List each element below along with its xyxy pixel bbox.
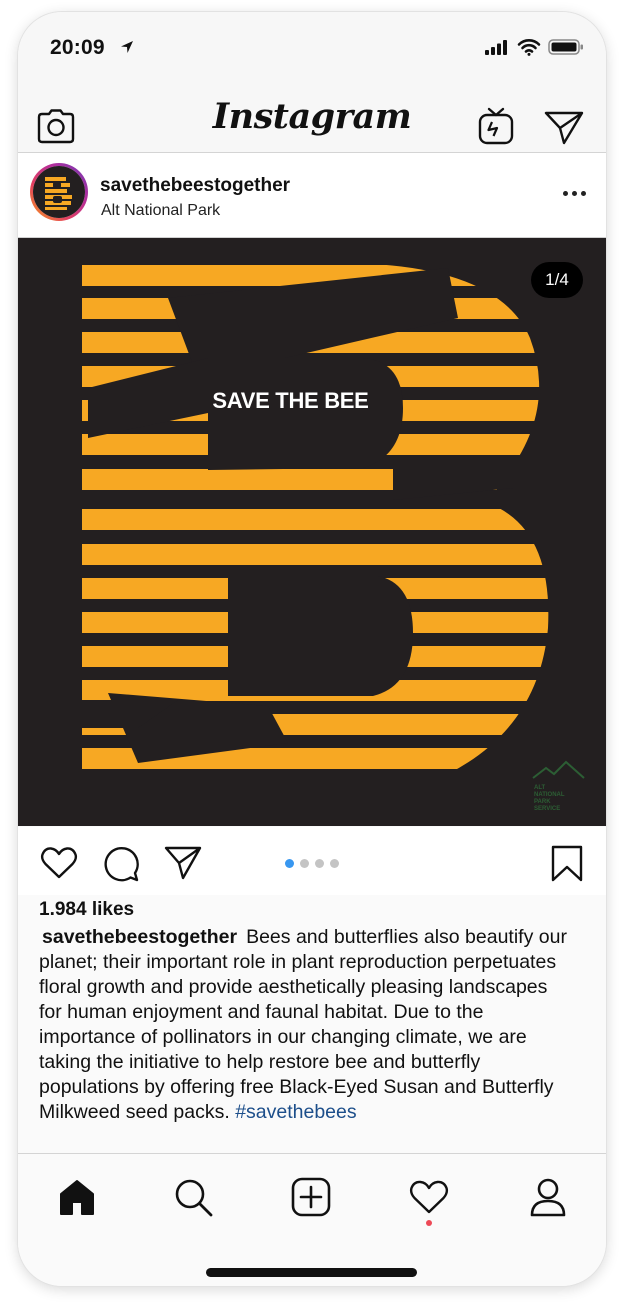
ellipsis-icon[interactable]	[563, 191, 586, 196]
carousel-dot[interactable]	[300, 859, 309, 868]
wifi-icon	[517, 39, 541, 56]
new-post-icon[interactable]	[291, 1177, 331, 1217]
ellipsis-dot	[572, 191, 577, 196]
bee-logo-avatar	[33, 166, 85, 218]
carousel-dots	[285, 859, 339, 868]
battery-icon	[548, 39, 583, 55]
carousel-counter: 1/4	[531, 262, 583, 298]
carousel-dot[interactable]	[315, 859, 324, 868]
image-overlay-text: SAVE THE BEE	[212, 388, 369, 413]
home-indicator[interactable]	[206, 1268, 417, 1277]
comment-icon[interactable]	[102, 845, 140, 883]
direct-message-icon[interactable]	[543, 110, 585, 146]
app-header: Instagram	[18, 86, 606, 153]
avatar-image	[33, 166, 85, 218]
watermark-line: SERVICE	[534, 806, 560, 812]
likes-count[interactable]: 1.984 likes	[39, 899, 134, 921]
profile-icon[interactable]	[528, 1177, 568, 1217]
watermark-mountain	[532, 760, 585, 779]
carousel-dot[interactable]	[285, 859, 294, 868]
home-icon[interactable]	[57, 1178, 97, 1216]
cellular-signal-icon	[485, 40, 507, 55]
ellipsis-dot	[581, 191, 586, 196]
avatar[interactable]	[30, 163, 88, 221]
search-icon[interactable]	[174, 1178, 214, 1218]
igtv-icon[interactable]	[477, 106, 515, 146]
bottom-nav	[18, 1153, 606, 1286]
caption-text: Bees and butterflies also beautify our p…	[39, 926, 567, 1123]
post-header: savethebeestogether Alt National Park	[18, 153, 606, 238]
bookmark-icon[interactable]	[550, 845, 584, 883]
caption-username[interactable]: savethebeestogether	[42, 926, 237, 948]
activity-notification-dot	[426, 1220, 432, 1226]
instagram-logo: Instagram	[212, 96, 412, 137]
share-icon[interactable]	[163, 845, 203, 881]
watermark-line: PARK	[534, 799, 551, 805]
caption-hashtag[interactable]: #savethebees	[235, 1101, 356, 1123]
save-the-bee-artwork: ALT NATIONAL PARK SERVICE	[82, 265, 585, 812]
status-icons	[484, 38, 584, 56]
phone-frame: 20:09 Instagram savethebeestogether Alt …	[18, 12, 606, 1286]
watermark-line: NATIONAL	[534, 792, 565, 798]
activity-icon[interactable]	[409, 1179, 449, 1215]
location-arrow-icon	[121, 41, 133, 53]
post-caption: savethebeestogether Bees and butterflies …	[39, 925, 574, 1125]
ellipsis-dot	[563, 191, 568, 196]
watermark-line: ALT	[534, 785, 546, 791]
carousel-dot[interactable]	[330, 859, 339, 868]
status-time: 20:09	[50, 36, 105, 59]
heart-icon[interactable]	[40, 846, 78, 880]
post-username[interactable]: savethebeestogether	[100, 175, 290, 197]
status-bar: 20:09	[18, 12, 606, 86]
post-actions	[18, 827, 606, 895]
post-location[interactable]: Alt National Park	[101, 202, 220, 220]
post-image[interactable]: ALT NATIONAL PARK SERVICE SAVE THE BEE 1…	[18, 238, 606, 826]
